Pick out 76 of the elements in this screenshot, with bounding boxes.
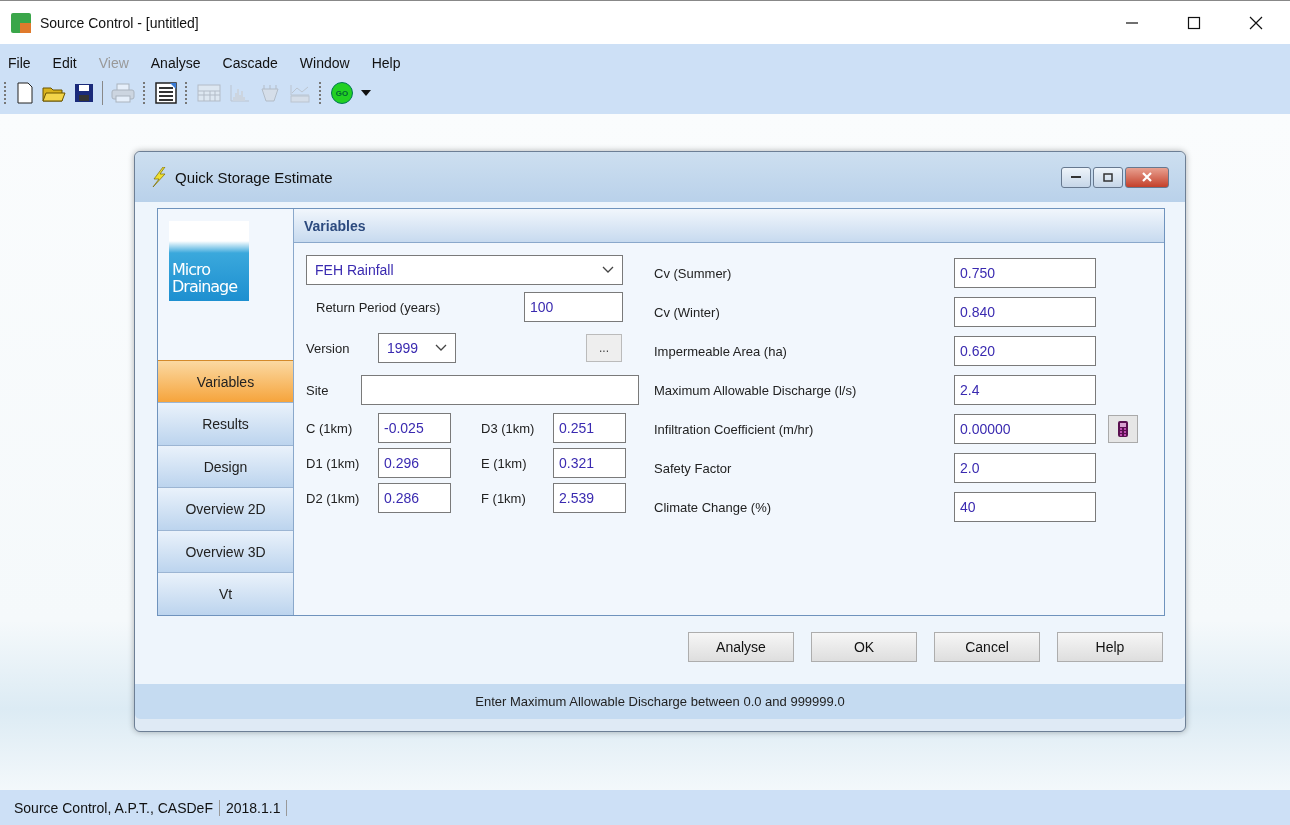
menu-item[interactable]: Window [299, 55, 350, 71]
input-field[interactable]: -0.025 [378, 413, 451, 443]
input-field[interactable]: 0.296 [378, 448, 451, 478]
field-label: Impermeable Area (ha) [654, 343, 788, 359]
report-icon[interactable] [155, 82, 177, 104]
nav-tab[interactable]: Variables [158, 359, 293, 403]
new-file-icon[interactable] [16, 82, 34, 104]
logo-text: Micro Drainage [172, 261, 238, 295]
field-label: Site [306, 382, 330, 398]
rainfall-dropdown[interactable]: FEH Rainfall [306, 255, 623, 285]
field-label: Version [306, 340, 351, 356]
input-field[interactable]: 0.251 [553, 413, 626, 443]
browse-button[interactable]: ... [586, 334, 622, 362]
nav-tab[interactable]: Vt [158, 572, 293, 615]
calculator-icon [1118, 421, 1128, 437]
dialog-button[interactable]: Cancel [934, 632, 1040, 662]
minimize-button[interactable] [1061, 166, 1091, 188]
field-label: C (1km) [306, 420, 354, 436]
maximize-icon[interactable] [1186, 14, 1202, 31]
app-logo-icon [11, 12, 31, 33]
save-icon[interactable] [74, 83, 94, 103]
field-label: Cv (Summer) [654, 265, 733, 281]
status-text: Source Control, A.P.T., CASDeF [8, 799, 220, 816]
input-field[interactable]: 0.840 [954, 297, 1096, 327]
input-field[interactable]: 2.539 [553, 483, 626, 513]
field-label: D3 (1km) [481, 420, 536, 436]
menu-item[interactable]: Help [371, 55, 401, 71]
version-dropdown[interactable]: 1999 [378, 333, 456, 363]
field-label: Safety Factor [654, 460, 733, 476]
menu-item[interactable]: Cascade [222, 55, 278, 71]
field-label: Maximum Allowable Discharge (l/s) [654, 382, 858, 398]
panel-title: Variables [304, 217, 366, 234]
input-field[interactable]: 0.620 [954, 336, 1096, 366]
input-field[interactable]: 40 [954, 492, 1096, 522]
input-field[interactable]: 0.00000 [954, 414, 1096, 444]
menu-item[interactable]: Edit [52, 55, 77, 71]
close-icon[interactable] [1248, 14, 1264, 31]
dialog-button[interactable]: Help [1057, 632, 1163, 662]
input-field[interactable] [361, 375, 639, 405]
chevron-icon [435, 344, 447, 352]
input-field[interactable]: 0.286 [378, 483, 451, 513]
input-field[interactable]: 0.750 [954, 258, 1096, 288]
lightning-icon [151, 167, 167, 187]
restore-button[interactable] [1093, 166, 1123, 188]
caret-icon[interactable] [361, 90, 371, 96]
nav-tab[interactable]: Design [158, 444, 293, 488]
field-label: Cv (Winter) [654, 304, 721, 320]
go-button[interactable]: GO [331, 82, 353, 104]
dialog-button[interactable]: Analyse [688, 632, 794, 662]
input-field[interactable]: 100 [524, 292, 623, 322]
input-field[interactable]: 2.4 [954, 375, 1096, 405]
field-label: F (1km) [481, 490, 527, 506]
close-button[interactable] [1125, 166, 1169, 188]
input-field[interactable]: 0.321 [553, 448, 626, 478]
dialog-title: Quick Storage Estimate [175, 168, 333, 186]
field-label: E (1km) [481, 455, 528, 471]
window-title: Source Control - [untitled] [40, 14, 199, 31]
nav-tab[interactable]: Overview 2D [158, 487, 293, 530]
input-field[interactable]: 2.0 [954, 453, 1096, 483]
status-message: Enter Maximum Allowable Discharge between 0.0 and 999999.0 [475, 694, 845, 709]
close-icon [1141, 172, 1153, 182]
dialog-button[interactable]: OK [811, 632, 917, 662]
status-text: 2018.1.1 [219, 799, 288, 816]
field-label: D1 (1km) [306, 455, 361, 471]
nav-tab[interactable]: Results [158, 402, 293, 445]
nav-tab[interactable]: Overview 3D [158, 529, 293, 573]
field-label: Climate Change (%) [654, 499, 773, 515]
chevron-icon [602, 266, 614, 274]
field-label: Infiltration Coefficient (m/hr) [654, 421, 815, 437]
menu-item[interactable]: File [8, 55, 31, 71]
field-label: Return Period (years) [316, 299, 442, 315]
field-label: D2 (1km) [306, 490, 361, 506]
calculator-button[interactable] [1108, 415, 1138, 443]
menu-item[interactable]: Analyse [150, 55, 201, 71]
maximize-icon [1103, 172, 1113, 182]
minimize-icon [1071, 175, 1081, 179]
